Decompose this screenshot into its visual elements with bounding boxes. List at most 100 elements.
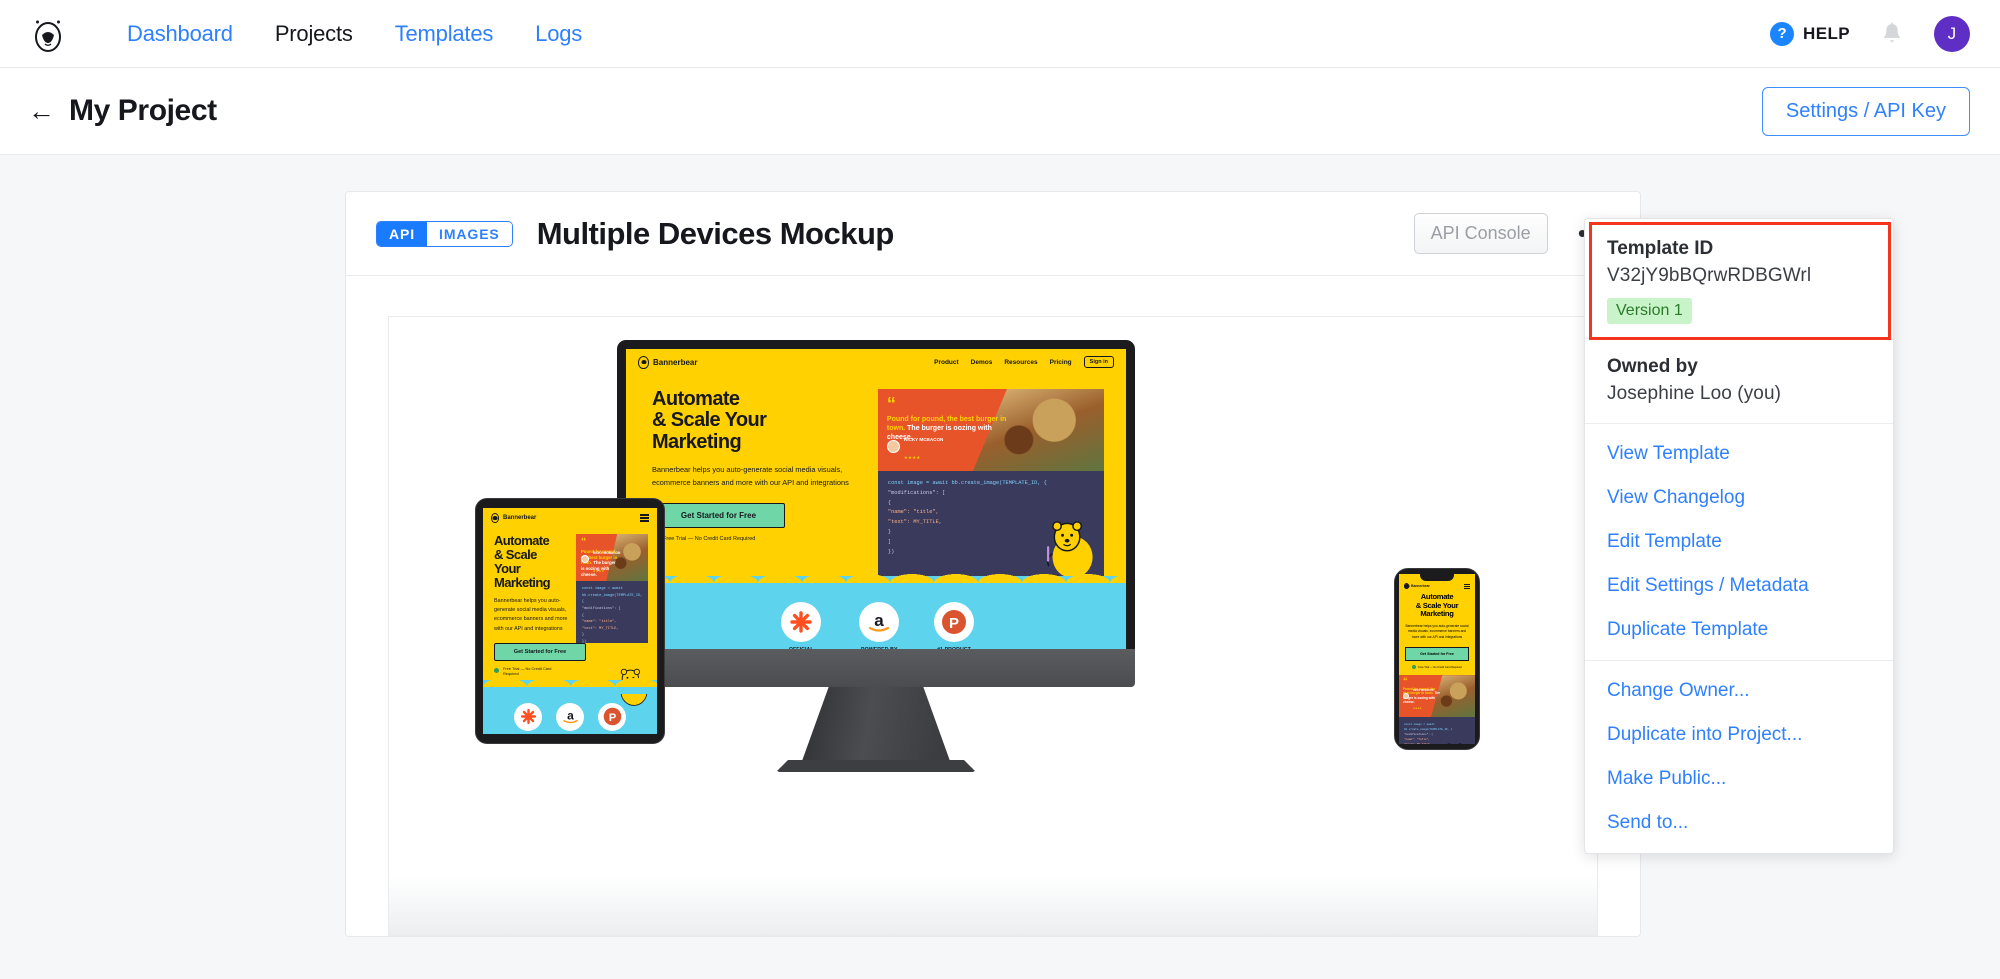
lp-partner-badges: OFFICIALZAPIER PARTNER a xyxy=(626,590,1126,649)
monitor-screen: Bannerbear Product Demos Resources Prici… xyxy=(626,349,1126,649)
menu-item-view-template[interactable]: View Template xyxy=(1585,432,1893,476)
lp-nav-links: Product Demos Resources Pricing Sign in xyxy=(934,356,1114,368)
phone-frame: Bannerbear Automate & Scale Your Marketi… xyxy=(1394,568,1480,750)
page-body: API IMAGES Multiple Devices Mockup API C… xyxy=(0,155,2000,979)
lp-wave-divider-tablet xyxy=(483,672,657,694)
lp-hero-left: Automate & Scale Your Marketing Bannerbe… xyxy=(652,388,860,577)
menu-item-edit-settings-metadata[interactable]: Edit Settings / Metadata xyxy=(1585,564,1893,608)
badge-zapier: OFFICIAL xyxy=(514,702,542,734)
lp-headline-t1: Automate xyxy=(494,533,550,548)
lp-wave-divider xyxy=(626,569,1126,590)
menu-item-duplicate-into-project[interactable]: Duplicate into Project... xyxy=(1585,713,1893,757)
lp-headline-t4: Marketing xyxy=(494,574,551,590)
nav-link-logs[interactable]: Logs xyxy=(514,21,603,47)
monitor-bezel: Bannerbear Product Demos Resources Prici… xyxy=(617,340,1135,671)
template-id-value[interactable]: V32jY9bBQrwRDBGWrl xyxy=(1607,265,1873,287)
menu-item-send-to[interactable]: Send to... xyxy=(1585,801,1893,845)
badge-segment-api[interactable]: API xyxy=(377,221,428,246)
lp-subtext-phone: Bannerbear helps you auto-generate socia… xyxy=(1405,623,1469,640)
nav-link-dashboard[interactable]: Dashboard xyxy=(106,21,254,47)
scene-floor xyxy=(389,875,1597,935)
lp-trial-note-text: Free Trial — No Credit Card Required xyxy=(663,536,756,543)
quote-mark-icon: “ xyxy=(886,394,896,414)
badge-producthunt-label: #1 PRODUCTOF THE DAY xyxy=(934,647,974,649)
tablet-frame: Bannerbear Automate & Scale Your Marketi… xyxy=(475,498,665,744)
svg-text:P: P xyxy=(949,615,959,632)
template-card-body: Bannerbear Product Demos Resources Prici… xyxy=(346,276,1640,936)
menu-item-make-public[interactable]: Make Public... xyxy=(1585,757,1893,801)
lp-code-block-phone: const image = await bb.create_image(TEMP… xyxy=(1399,717,1475,744)
bear-logo-icon xyxy=(491,513,499,523)
lp-subtext: Bannerbear helps you auto-generate socia… xyxy=(652,465,849,487)
badge-aws: a POWERED BY xyxy=(556,702,584,734)
lp-brand-name: Bannerbear xyxy=(653,357,698,367)
lp-quote-card: “ Pound for pound, the best burger in to… xyxy=(877,389,1104,471)
lp-nav-product: Product xyxy=(934,358,959,366)
lp-hero-right: “ Pound for pound, the best burger in to… xyxy=(877,389,1104,577)
bear-mascot-icon xyxy=(1046,521,1093,577)
avatar[interactable]: J xyxy=(1934,15,1970,52)
bear-logo-icon xyxy=(1404,583,1409,589)
lp-signin-button: Sign in xyxy=(1083,356,1114,368)
back-arrow-icon[interactable]: ← xyxy=(28,97,55,125)
monitor-stand-foot xyxy=(776,760,976,772)
lp-quote-author: RICKY MCBACON xyxy=(903,437,944,442)
nav-link-projects[interactable]: Projects xyxy=(254,21,374,47)
avatar xyxy=(1403,693,1409,700)
owned-by-section: Owned by Josephine Loo (you) xyxy=(1585,339,1893,424)
api-console-button[interactable]: API Console xyxy=(1413,213,1548,254)
menu-item-duplicate-template[interactable]: Duplicate Template xyxy=(1585,608,1893,652)
version-badge: Version 1 xyxy=(1607,298,1692,324)
owned-by-label: Owned by xyxy=(1607,356,1698,377)
page-title: My Project xyxy=(69,94,217,127)
lp-quote-card-tablet: “ Pound for pound, the best burger in to… xyxy=(575,534,649,581)
lp-headline-line2: & Scale Your xyxy=(652,409,767,432)
lp-hero: Automate & Scale Your Marketing Bannerbe… xyxy=(626,375,1126,577)
menu-group-primary: View Template View Changelog Edit Templa… xyxy=(1585,424,1893,660)
lp-subtext-tablet: Bannerbear helps you auto-generate socia… xyxy=(494,597,568,632)
lp-brand-logo: Bannerbear xyxy=(638,355,698,369)
settings-api-key-button[interactable]: Settings / API Key xyxy=(1761,86,1970,136)
code-line-3: { xyxy=(887,499,892,506)
menu-item-change-owner[interactable]: Change Owner... xyxy=(1585,669,1893,713)
phone-notch xyxy=(1420,574,1454,581)
badge-producthunt: P #1 PRODUCT xyxy=(598,702,626,734)
nav-right-cluster: ? HELP J xyxy=(1770,15,1970,52)
menu-item-edit-template[interactable]: Edit Template xyxy=(1585,520,1893,564)
svg-text:a: a xyxy=(875,611,885,630)
badge-aws-label: POWERED BYAWS SERVERLESS xyxy=(855,647,904,649)
badge-producthunt: P #1 PRODUCTOF THE DAY xyxy=(934,602,974,649)
desktop-monitor-mockup: Bannerbear Product Demos Resources Prici… xyxy=(617,340,1135,772)
bear-mascot-icon xyxy=(1447,743,1462,744)
phone-screen: Bannerbear Automate & Scale Your Marketi… xyxy=(1399,574,1475,744)
menu-item-view-changelog[interactable]: View Changelog xyxy=(1585,476,1893,520)
bear-logo-icon[interactable] xyxy=(28,14,68,54)
lp-brand-logo-tablet: Bannerbear xyxy=(491,513,536,523)
zapier-icon xyxy=(514,702,542,731)
template-options-menu: Template ID V32jY9bBQrwRDBGWrl Version 1… xyxy=(1584,218,1894,854)
help-button[interactable]: ? HELP xyxy=(1770,21,1850,46)
lp-headline: Automate & Scale Your Marketing xyxy=(652,388,860,453)
lp-headline-line3: Marketing xyxy=(652,430,742,453)
lp-headline-line1: Automate xyxy=(652,388,740,410)
template-card-header: API IMAGES Multiple Devices Mockup API C… xyxy=(346,192,1640,276)
help-label: HELP xyxy=(1803,23,1850,43)
badge-segment-images[interactable]: IMAGES xyxy=(427,221,512,246)
api-images-badge[interactable]: API IMAGES xyxy=(376,220,513,247)
main-nav-links: Dashboard Projects Templates Logs xyxy=(106,21,603,47)
menu-group-secondary: Change Owner... Duplicate into Project..… xyxy=(1585,661,1893,853)
bear-logo-icon xyxy=(638,355,649,369)
producthunt-icon: P xyxy=(934,602,974,642)
lp-headline-phone: Automate & Scale Your Marketing xyxy=(1415,592,1459,618)
lp-trial-note: Free Trial — No Credit Card Required xyxy=(652,535,860,543)
amazon-icon: a xyxy=(556,702,584,731)
lp-hero-tablet: Automate & Scale Your Marketing Bannerbe… xyxy=(483,528,657,706)
lp-navbar-phone: Bannerbear xyxy=(1399,579,1475,593)
nav-link-templates[interactable]: Templates xyxy=(374,21,514,47)
svg-text:a: a xyxy=(567,709,574,723)
lp-quote-author-row: RICKY MCBACON ★★★★ xyxy=(886,428,944,464)
template-preview[interactable]: Bannerbear Product Demos Resources Prici… xyxy=(388,316,1598,936)
devices-mockup-scene: Bannerbear Product Demos Resources Prici… xyxy=(389,317,1597,935)
lp-quote-author-row-tablet: RICKY MCBACON ★★★★ xyxy=(580,541,620,577)
bell-icon[interactable] xyxy=(1880,21,1904,47)
